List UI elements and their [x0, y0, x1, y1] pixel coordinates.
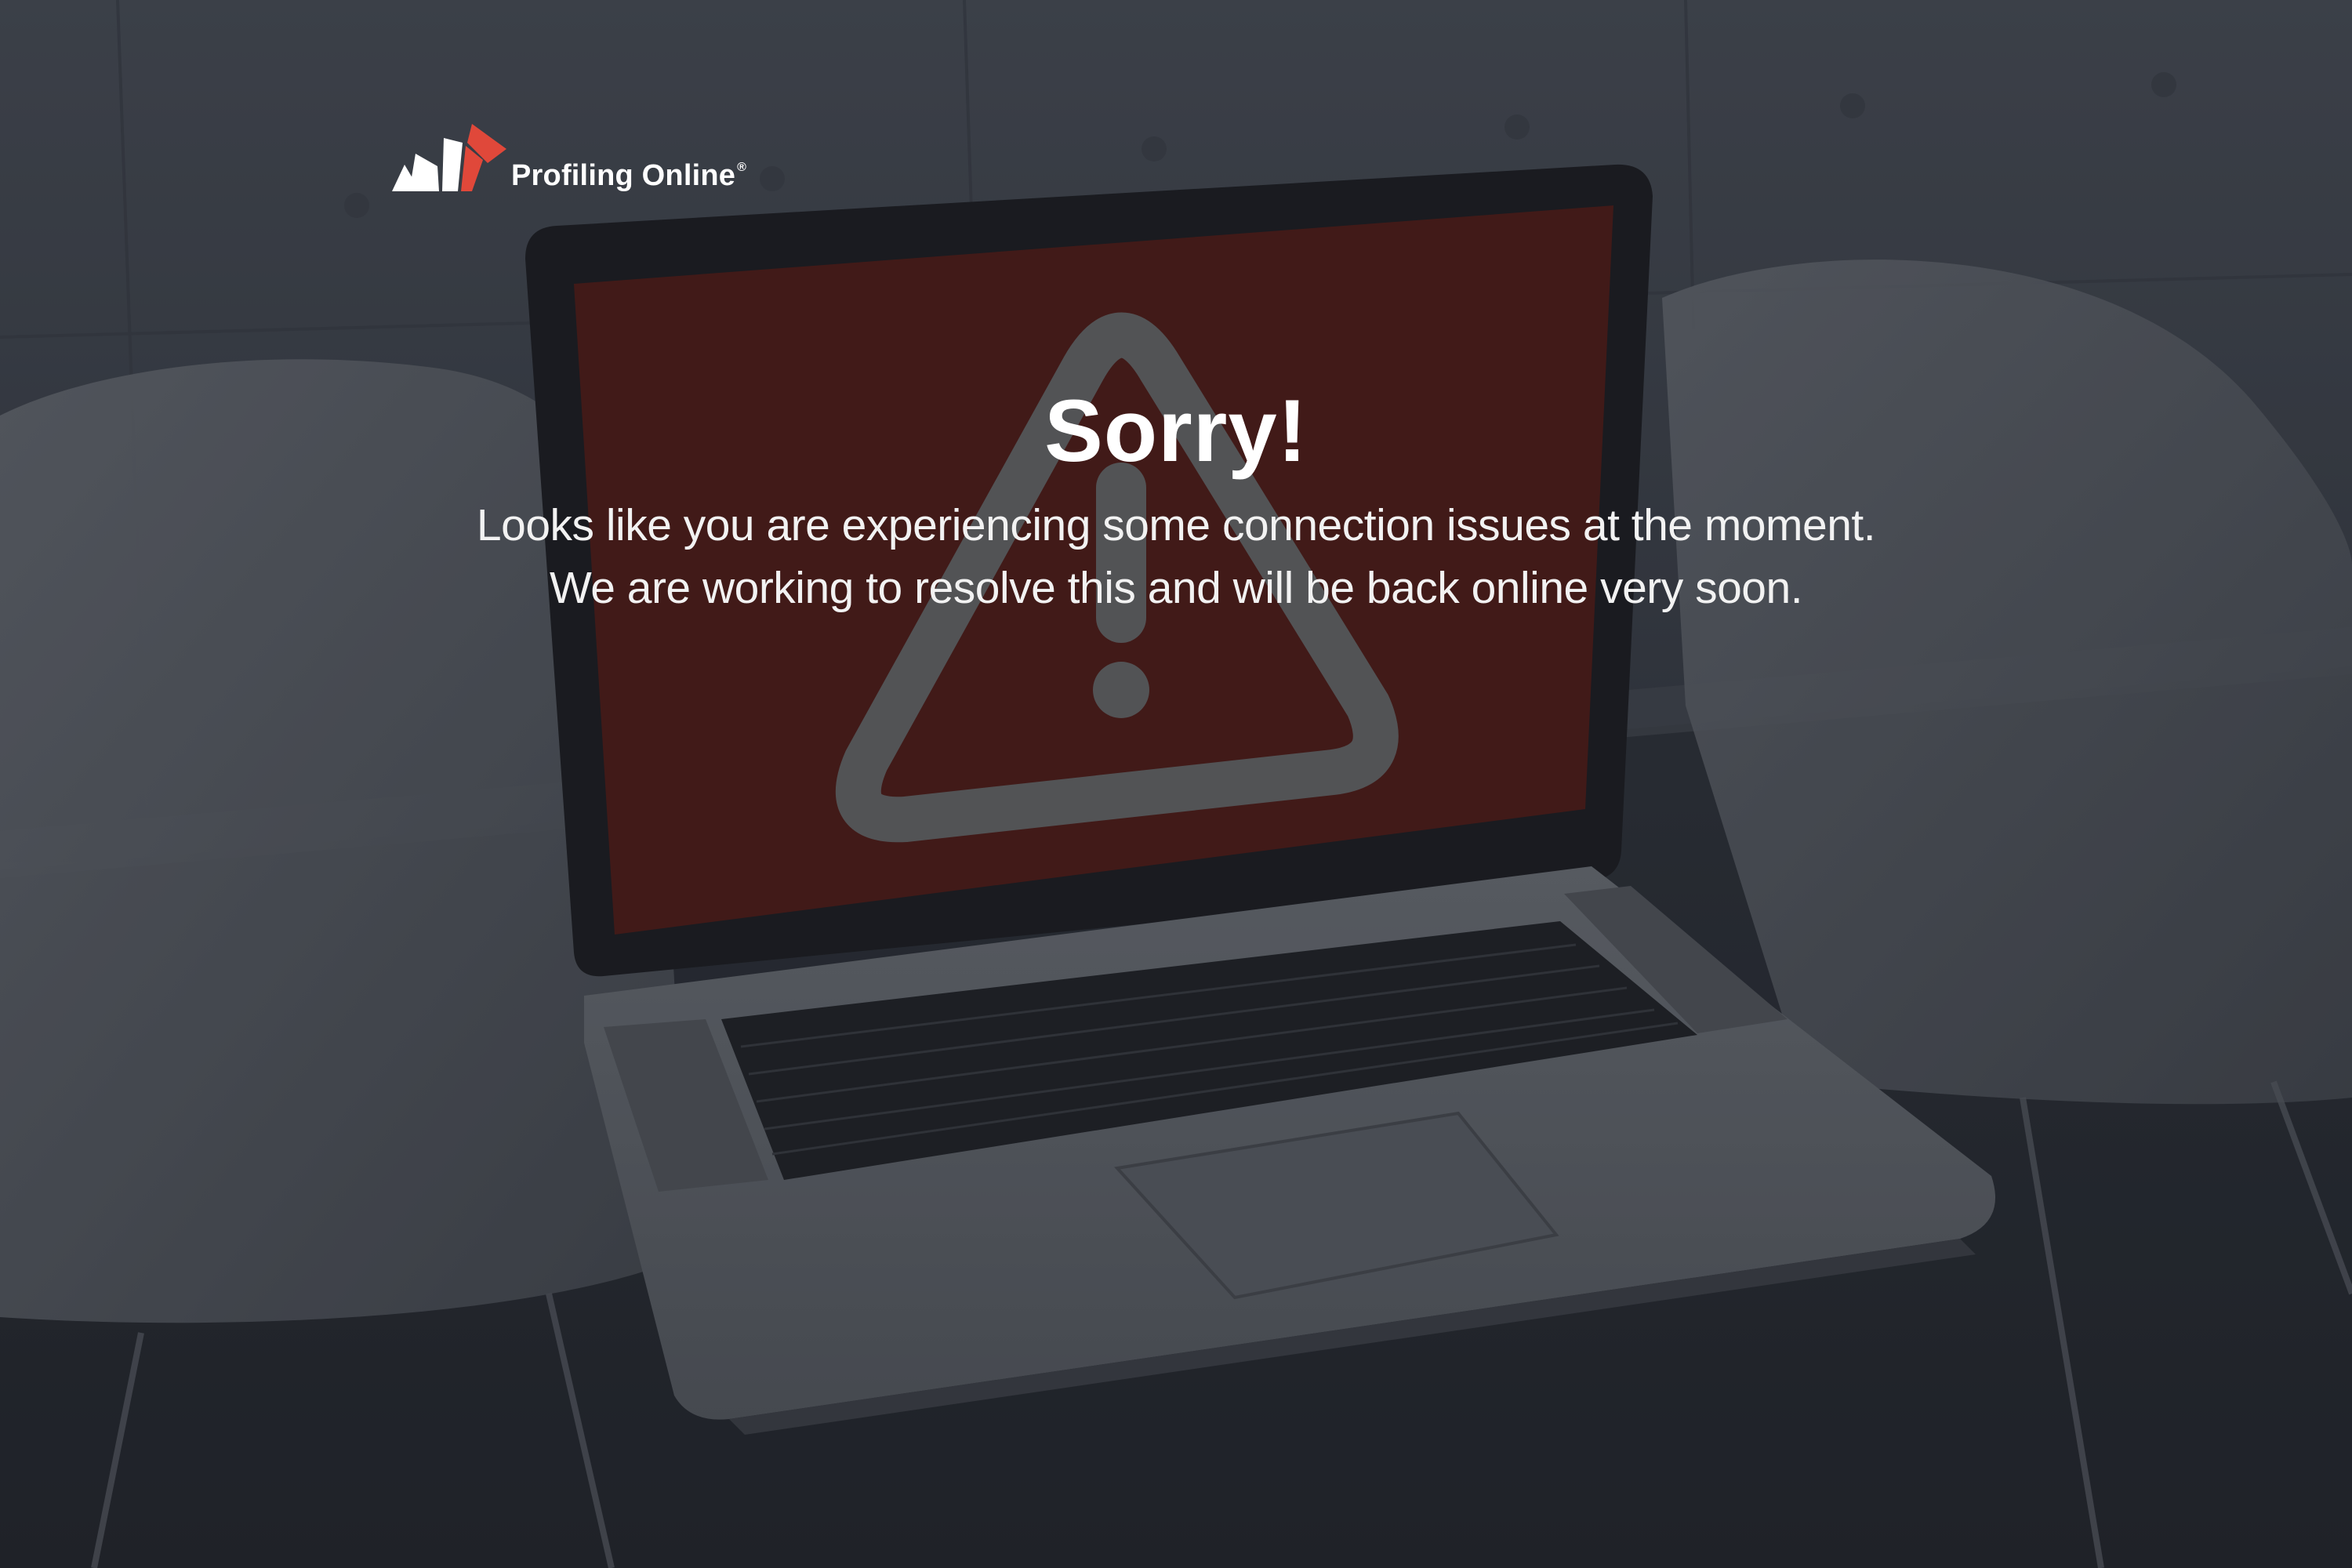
- brand-name: Profiling Online ®: [511, 159, 747, 192]
- brand-logo[interactable]: Profiling Online ®: [390, 116, 746, 194]
- error-title: Sorry!: [1044, 382, 1308, 480]
- error-message: Sorry! Looks like you are experiencing s…: [0, 376, 2352, 619]
- registered-mark: ®: [737, 161, 747, 174]
- error-page: Profiling Online ® Sorry! Looks like you …: [0, 0, 2352, 1568]
- profiling-online-logo-icon: [392, 124, 506, 191]
- error-text-line-1: Looks like you are experiencing some con…: [476, 500, 1876, 550]
- dark-overlay: [0, 0, 2352, 1568]
- error-text-line-2: We are working to resolve this and will …: [549, 563, 1803, 613]
